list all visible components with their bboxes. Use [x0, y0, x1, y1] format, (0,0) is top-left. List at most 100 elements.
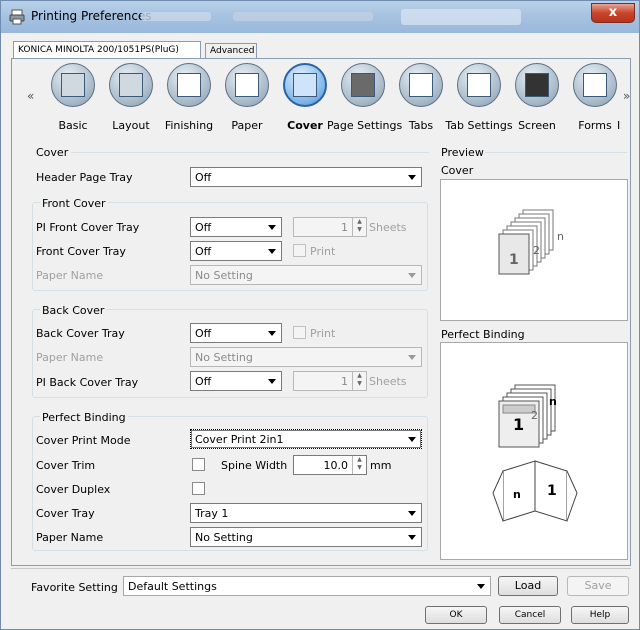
binding-paper-name-select[interactable]: No Setting	[190, 527, 422, 547]
forms-glyph	[583, 73, 607, 97]
front-paper-name-label: Paper Name	[36, 269, 104, 282]
front-cover-tray-label: Front Cover Tray	[36, 245, 126, 258]
cover-section-title: Cover	[36, 146, 69, 159]
cover-trim-label: Cover Trim	[36, 459, 96, 472]
spine-width-unit: mm	[370, 459, 392, 472]
back-cover-title: Back Cover	[40, 304, 107, 317]
load-button[interactable]: Load	[498, 576, 558, 596]
printer-icon	[9, 9, 25, 25]
title-blur	[233, 12, 373, 21]
spinner-arrows-icon: ▲ ▼	[352, 372, 366, 390]
preview-title: Preview	[441, 146, 484, 159]
tab-printer[interactable]: KONICA MINOLTA 200/1051PS(PluG)	[13, 41, 201, 59]
back-paper-name-select[interactable]: No Setting	[190, 347, 422, 367]
printing-preferences-window: Printing Preferences x KONICA MINOLTA 20…	[0, 0, 640, 630]
spine-width-value: 10.0	[323, 459, 349, 472]
back-print-checkbox[interactable]	[293, 326, 306, 339]
cover-tray-select[interactable]: Tray 1	[190, 503, 422, 523]
title-blur	[141, 12, 211, 21]
close-icon: x	[608, 5, 618, 20]
header-page-tray-select[interactable]: Off	[190, 167, 422, 187]
front-cover-title: Front Cover	[40, 197, 108, 210]
page-settings-glyph	[351, 73, 375, 97]
preview-page-n: n	[557, 230, 564, 243]
header-page-tray-label: Header Page Tray	[36, 171, 133, 184]
binding-page-n: n	[549, 395, 557, 408]
close-button[interactable]: x	[591, 3, 635, 23]
cover-duplex-label: Cover Duplex	[36, 483, 111, 496]
cover-duplex-checkbox[interactable]	[192, 482, 205, 495]
tab-advanced[interactable]: Advanced	[205, 43, 257, 59]
front-sheets-spinner[interactable]: 1 ▲ ▼	[293, 217, 367, 237]
front-sheets-unit: Sheets	[369, 221, 407, 234]
divider	[71, 152, 429, 153]
toolbar-paper[interactable]: Paper	[217, 63, 277, 137]
preview-page-2: 2	[533, 244, 540, 257]
pi-back-cover-tray-select[interactable]: Off	[190, 371, 282, 391]
toolbar-tabs[interactable]: Tabs	[391, 63, 451, 137]
back-sheets-unit: Sheets	[369, 375, 407, 388]
tabs-glyph	[409, 73, 433, 97]
back-print-label: Print	[310, 327, 336, 340]
cover-glyph	[293, 73, 317, 97]
back-cover-tray-select[interactable]: Off	[190, 323, 282, 343]
binding-page-2: 2	[531, 409, 538, 422]
front-paper-name-select[interactable]: No Setting	[190, 265, 422, 285]
preview-binding-label: Perfect Binding	[441, 328, 525, 341]
front-print-checkbox[interactable]	[293, 244, 306, 257]
pi-front-cover-tray-select[interactable]: Off	[190, 217, 282, 237]
spine-width-label: Spine Width	[221, 459, 288, 472]
function-toolbar: « » Basic Layout Finishing Paper Cover P…	[17, 63, 630, 141]
toolbar-layout[interactable]: Layout	[101, 63, 161, 137]
title-bar[interactable]: Printing Preferences x	[1, 1, 639, 33]
binding-paper-name-label: Paper Name	[36, 531, 104, 544]
screen-glyph	[525, 73, 549, 97]
front-print-label: Print	[310, 245, 336, 258]
perfect-binding-icon	[492, 384, 578, 522]
spine-width-spinner[interactable]: 10.0 ▲ ▼	[293, 455, 367, 475]
finishing-glyph	[177, 73, 201, 97]
ok-button[interactable]: OK	[425, 606, 487, 624]
back-sheets-value: 1	[341, 375, 348, 388]
toolbar-page-settings[interactable]: Page Settings	[327, 63, 402, 137]
back-sheets-spinner[interactable]: 1 ▲ ▼	[293, 371, 367, 391]
toolbar-forms[interactable]: Forms	[565, 63, 625, 137]
toolbar-tab-settings[interactable]: Tab Settings	[445, 63, 513, 137]
save-button[interactable]: Save	[567, 576, 629, 596]
cancel-button[interactable]: Cancel	[499, 606, 561, 624]
preview-cover-label: Cover	[441, 164, 474, 177]
title-blur	[401, 9, 521, 25]
toolbar-finishing[interactable]: Finishing	[159, 63, 219, 137]
cover-print-mode-label: Cover Print Mode	[36, 434, 131, 447]
cover-trim-checkbox[interactable]	[192, 458, 205, 471]
scroll-left-icon[interactable]: «	[27, 89, 34, 103]
preview-page-1: 1	[509, 252, 519, 268]
cover-tray-label: Cover Tray	[36, 507, 95, 520]
binding-page-1: 1	[513, 415, 525, 434]
tab-settings-glyph	[467, 73, 491, 97]
spinner-arrows-icon: ▲ ▼	[352, 218, 366, 236]
back-cover-tray-label: Back Cover Tray	[36, 327, 125, 340]
help-button[interactable]: Help	[571, 606, 629, 624]
paper-glyph	[235, 73, 259, 97]
toolbar-overflow-marker: I	[617, 119, 621, 132]
toolbar-basic[interactable]: Basic	[43, 63, 103, 137]
cover-preview: 1 2 n	[440, 179, 628, 321]
open-page-1: 1	[547, 483, 557, 499]
toolbar-cover[interactable]: Cover	[275, 63, 335, 137]
basic-glyph	[61, 73, 85, 97]
spinner-arrows-icon: ▲ ▼	[352, 456, 366, 474]
open-page-n: n	[513, 488, 521, 501]
pi-back-cover-tray-label: PI Back Cover Tray	[36, 376, 139, 389]
favorite-setting-select[interactable]: Default Settings	[123, 576, 491, 596]
front-sheets-value: 1	[341, 221, 348, 234]
front-cover-tray-select[interactable]: Off	[190, 241, 282, 261]
back-paper-name-label: Paper Name	[36, 351, 104, 364]
layout-glyph	[119, 73, 143, 97]
divider	[485, 152, 627, 153]
toolbar-screen[interactable]: Screen	[507, 63, 567, 137]
perfect-binding-title: Perfect Binding	[40, 411, 128, 424]
window-title: Printing Preferences	[31, 9, 152, 23]
pi-front-cover-tray-label: PI Front Cover Tray	[36, 221, 140, 234]
cover-print-mode-select[interactable]: Cover Print 2in1	[190, 429, 422, 449]
